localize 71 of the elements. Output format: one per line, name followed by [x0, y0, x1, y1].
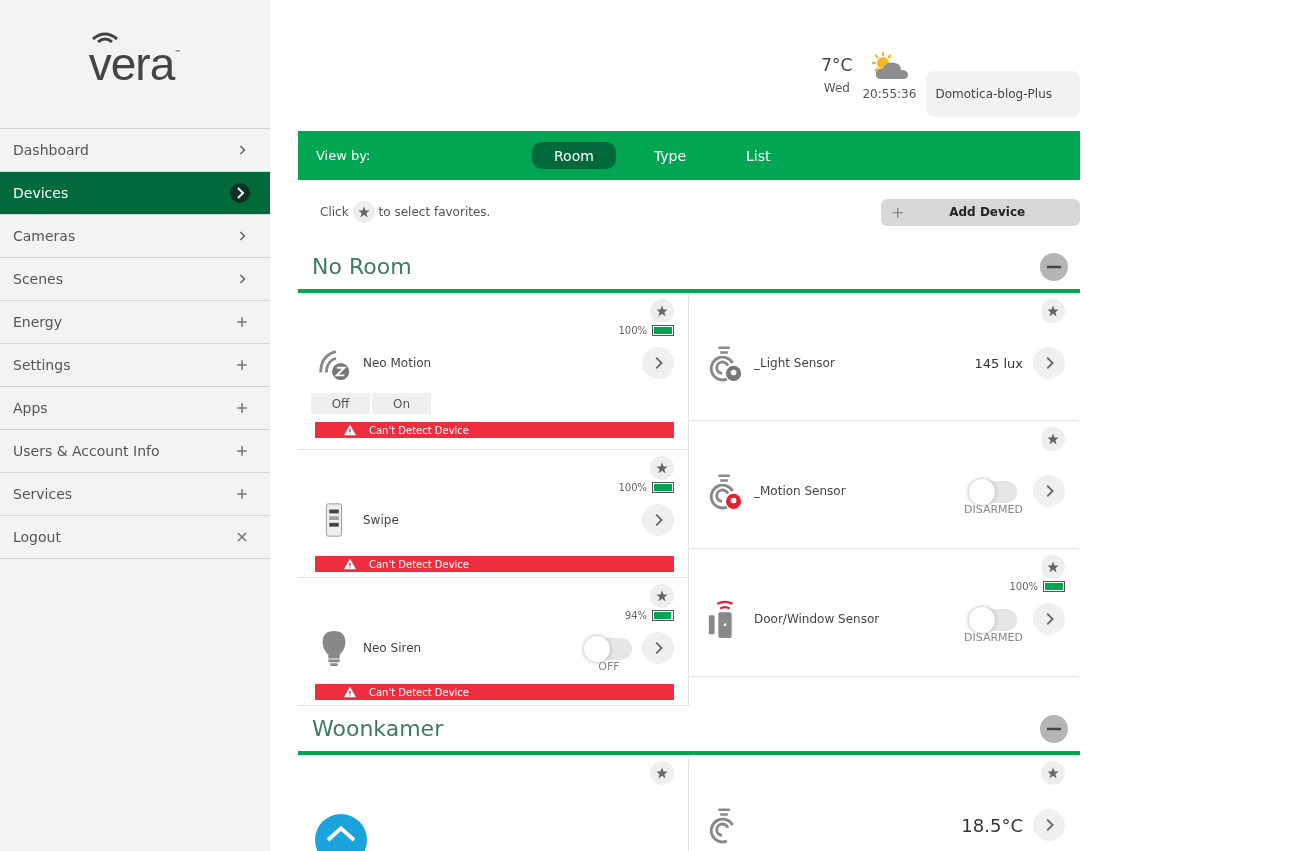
battery-percent: 100%	[1009, 580, 1038, 592]
device-name: _Light Sensor	[754, 356, 835, 370]
toggle-state: DISARMED	[964, 630, 1023, 644]
toggle-switch[interactable]	[586, 637, 632, 660]
plus-icon	[234, 443, 250, 459]
nav-item[interactable]: Settings	[0, 344, 270, 387]
collapse-icon[interactable]	[1040, 714, 1068, 743]
plus-icon	[234, 314, 250, 330]
nav-item[interactable]: Energy	[0, 301, 270, 344]
details-button[interactable]	[1033, 603, 1065, 635]
toggle-switch[interactable]	[970, 608, 1017, 631]
favorite-star-button[interactable]	[1041, 299, 1065, 323]
device-name: Swipe	[363, 513, 399, 527]
device-name: _Motion Sensor	[754, 484, 846, 498]
error-text: Can't Detect Device	[369, 686, 470, 698]
toggle-state: OFF	[598, 659, 620, 673]
details-button[interactable]	[1033, 475, 1065, 507]
temperature: 7°C	[821, 55, 853, 75]
nav-item[interactable]: Users & Account Info	[0, 430, 270, 473]
favorite-star-button[interactable]	[1041, 761, 1065, 785]
room-title: Woonkamer	[312, 716, 444, 741]
switch-button[interactable]: Off	[311, 393, 370, 414]
plus-icon	[234, 357, 250, 373]
nav-item[interactable]: Scenes	[0, 258, 270, 301]
clock-time: 20:55:36	[862, 87, 917, 101]
wifi-waves-icon	[89, 29, 120, 43]
nav-item[interactable]: Logout	[0, 516, 270, 559]
nav-item[interactable]: Cameras	[0, 215, 270, 258]
device-name: Neo Motion	[363, 356, 432, 370]
details-button[interactable]	[1033, 809, 1065, 841]
plus-icon	[234, 486, 250, 502]
nav-item[interactable]: Apps	[0, 387, 270, 430]
nav-item[interactable]: Devices	[0, 172, 270, 215]
details-button[interactable]	[642, 347, 674, 379]
hint-text: Click	[320, 205, 349, 219]
favorite-star-button[interactable]	[650, 456, 674, 480]
battery-icon	[652, 324, 674, 336]
account-button[interactable]: Domotica-blog-Plus	[926, 71, 1080, 117]
details-button[interactable]	[642, 504, 674, 536]
favorite-star-button[interactable]	[650, 299, 674, 323]
sensor-reading: 145 lux	[974, 355, 1023, 371]
view-tab[interactable]: Room	[532, 142, 616, 169]
weekday: Wed	[823, 81, 850, 95]
battery-icon	[652, 481, 674, 493]
details-button[interactable]	[642, 632, 674, 664]
battery-percent: 94%	[624, 609, 647, 621]
favorite-star-button[interactable]	[650, 761, 674, 785]
favorite-star-button[interactable]	[1041, 555, 1065, 579]
favorite-star-button[interactable]	[1041, 427, 1065, 451]
switch-button[interactable]: On	[372, 393, 431, 414]
chevron-icon	[230, 183, 250, 203]
favorite-star-button[interactable]	[650, 584, 674, 608]
device-name: Neo Siren	[363, 641, 422, 655]
room-title: No Room	[312, 254, 412, 279]
view-by-label: View by:	[316, 148, 372, 163]
toggle-state: DISARMED	[964, 502, 1023, 516]
device-name: Door/Window Sensor	[754, 612, 880, 626]
battery-icon	[1043, 580, 1065, 592]
nav-item[interactable]: Services	[0, 473, 270, 516]
error-text: Can't Detect Device	[369, 558, 470, 570]
error-text: Can't Detect Device	[369, 424, 470, 436]
plus-icon	[234, 400, 250, 416]
collapse-icon[interactable]	[1040, 252, 1068, 281]
add-device-button[interactable]: + Add Device	[881, 198, 1080, 226]
battery-percent: 100%	[618, 481, 647, 493]
toggle-switch[interactable]	[970, 480, 1017, 503]
sensor-reading: 18.5°C	[961, 814, 1023, 836]
details-button[interactable]	[1033, 347, 1065, 379]
battery-percent: 100%	[618, 324, 647, 336]
hint-text: to select favorites.	[378, 205, 491, 219]
battery-icon	[652, 609, 674, 621]
